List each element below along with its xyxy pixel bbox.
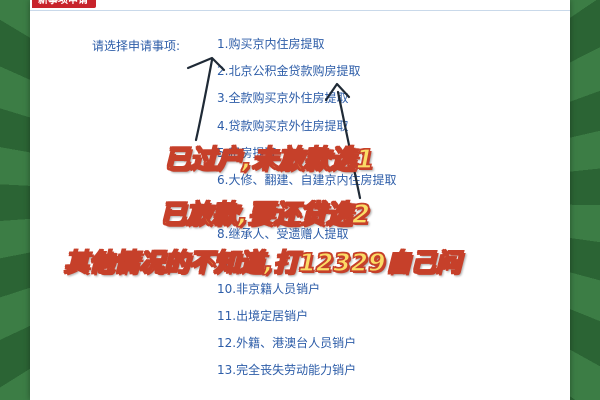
annotation-note-3: 其他情况的不知道,打12329自己问 [63,247,461,277]
page-header: 新事项申请 [30,0,570,11]
list-item[interactable]: 10.非京籍人员销户 [217,282,396,309]
tab-new-application[interactable]: 新事项申请 [32,0,96,8]
annotation-note-2: 已放款,要还贷选2 [159,199,370,230]
list-item[interactable]: 13.完全丧失劳动能力销户 [217,363,396,390]
list-item[interactable]: 12.外籍、港澳台人员销户 [217,336,396,363]
list-item[interactable]: 11.出境定居销户 [217,309,396,336]
list-item[interactable]: 3.全款购买京外住房提取 [217,91,396,118]
list-item[interactable]: 1.购买京内住房提取 [217,37,396,64]
annotation-note-1: 已过户,未放款选1 [163,144,374,175]
list-item[interactable]: 2.北京公积金贷款购房提取 [217,64,396,91]
select-prompt-label: 请选择申请事项: [92,39,181,53]
